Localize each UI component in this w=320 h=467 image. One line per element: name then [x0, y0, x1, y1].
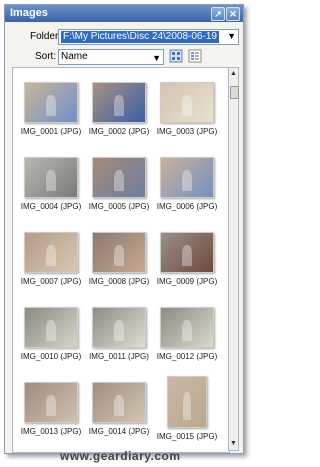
thumbnail-item[interactable]: IMG_0014 (JPG): [86, 382, 152, 436]
sort-select[interactable]: Name ▼: [58, 49, 164, 65]
thumbnail-caption: IMG_0012 (JPG): [156, 352, 218, 361]
thumbnail-item[interactable]: IMG_0012 (JPG): [154, 307, 220, 361]
thumbnail-image[interactable]: [24, 157, 78, 198]
thumbnail-image[interactable]: [92, 157, 146, 198]
thumbnail-image[interactable]: [24, 382, 78, 423]
sort-label: Sort:: [35, 51, 57, 62]
thumbnail-caption: IMG_0006 (JPG): [156, 202, 218, 211]
folder-label: Folder:: [30, 31, 62, 42]
panel-titlebar: Images ↗ ✕: [5, 5, 243, 22]
thumbnail-image[interactable]: [92, 382, 146, 423]
thumbnail-view-icon[interactable]: [169, 49, 183, 63]
thumbnail-item[interactable]: IMG_0003 (JPG): [154, 82, 220, 136]
scroll-thumb[interactable]: [230, 86, 239, 99]
thumbnail-caption: IMG_0014 (JPG): [88, 427, 150, 436]
thumbnail-image[interactable]: [160, 82, 214, 123]
thumbnail-item[interactable]: IMG_0015 (JPG): [154, 376, 220, 441]
thumbnail-item[interactable]: IMG_0010 (JPG): [18, 307, 84, 361]
folder-combobox[interactable]: F:\My Pictures\Disc 24\2008-06-19 ▼: [58, 29, 239, 45]
thumbnail-image[interactable]: [160, 157, 214, 198]
thumbnail-item[interactable]: IMG_0002 (JPG): [86, 82, 152, 136]
chevron-down-icon[interactable]: ▼: [152, 51, 161, 65]
thumbnail-image[interactable]: [92, 82, 146, 123]
thumbnail-item[interactable]: IMG_0001 (JPG): [18, 82, 84, 136]
watermark-text: www.geardiary.com: [60, 449, 181, 463]
scroll-up-icon[interactable]: ▲: [229, 69, 238, 79]
thumbnail-item[interactable]: IMG_0006 (JPG): [154, 157, 220, 211]
thumbnail-item[interactable]: IMG_0011 (JPG): [86, 307, 152, 361]
thumbnail-item[interactable]: IMG_0004 (JPG): [18, 157, 84, 211]
thumbnail-image[interactable]: [24, 232, 78, 273]
thumbnail-image[interactable]: [160, 307, 214, 348]
thumbnail-caption: IMG_0003 (JPG): [156, 127, 218, 136]
thumbnail-caption: IMG_0007 (JPG): [20, 277, 82, 286]
thumbnail-grid[interactable]: IMG_0001 (JPG) IMG_0002 (JPG) IMG_0003 (JP…: [12, 67, 230, 453]
close-icon[interactable]: ✕: [226, 7, 240, 21]
thumbnail-caption: IMG_0005 (JPG): [88, 202, 150, 211]
thumbnail-caption: IMG_0010 (JPG): [20, 352, 82, 361]
thumbnail-caption: IMG_0001 (JPG): [20, 127, 82, 136]
thumbnail-image[interactable]: [92, 232, 146, 273]
thumbnail-item[interactable]: IMG_0013 (JPG): [18, 382, 84, 436]
thumbnail-image[interactable]: [167, 376, 207, 428]
chevron-down-icon[interactable]: ▼: [227, 31, 236, 41]
thumbnail-caption: IMG_0013 (JPG): [20, 427, 82, 436]
pin-icon[interactable]: ↗: [211, 7, 225, 21]
thumbnail-caption: IMG_0009 (JPG): [156, 277, 218, 286]
scroll-down-icon[interactable]: ▼: [229, 439, 238, 449]
thumbnail-image[interactable]: [160, 232, 214, 273]
thumbnail-caption: IMG_0002 (JPG): [88, 127, 150, 136]
thumbnail-image[interactable]: [24, 82, 78, 123]
thumbnail-image[interactable]: [92, 307, 146, 348]
thumbnail-item[interactable]: IMG_0009 (JPG): [154, 232, 220, 286]
thumbnail-caption: IMG_0008 (JPG): [88, 277, 150, 286]
thumbnail-item[interactable]: IMG_0007 (JPG): [18, 232, 84, 286]
sort-value: Name: [61, 51, 88, 62]
panel-title: Images: [10, 7, 48, 19]
thumbnail-image[interactable]: [24, 307, 78, 348]
folder-path: F:\My Pictures\Disc 24\2008-06-19: [61, 31, 219, 43]
thumbnail-caption: IMG_0004 (JPG): [20, 202, 82, 211]
detail-view-icon[interactable]: [188, 49, 202, 63]
thumbnail-caption: IMG_0011 (JPG): [89, 352, 149, 361]
thumbnail-item[interactable]: IMG_0008 (JPG): [86, 232, 152, 286]
folder-row: Folder: F:\My Pictures\Disc 24\2008-06-1…: [5, 29, 243, 47]
images-panel: Images ↗ ✕ Folder: F:\My Pictures\Disc 2…: [4, 4, 244, 454]
thumbnail-caption: IMG_0015 (JPG): [156, 432, 218, 441]
sort-row: Sort: Name ▼: [5, 49, 243, 67]
thumbnail-item[interactable]: IMG_0005 (JPG): [86, 157, 152, 211]
vertical-scrollbar[interactable]: ▲ ▼: [228, 67, 239, 451]
